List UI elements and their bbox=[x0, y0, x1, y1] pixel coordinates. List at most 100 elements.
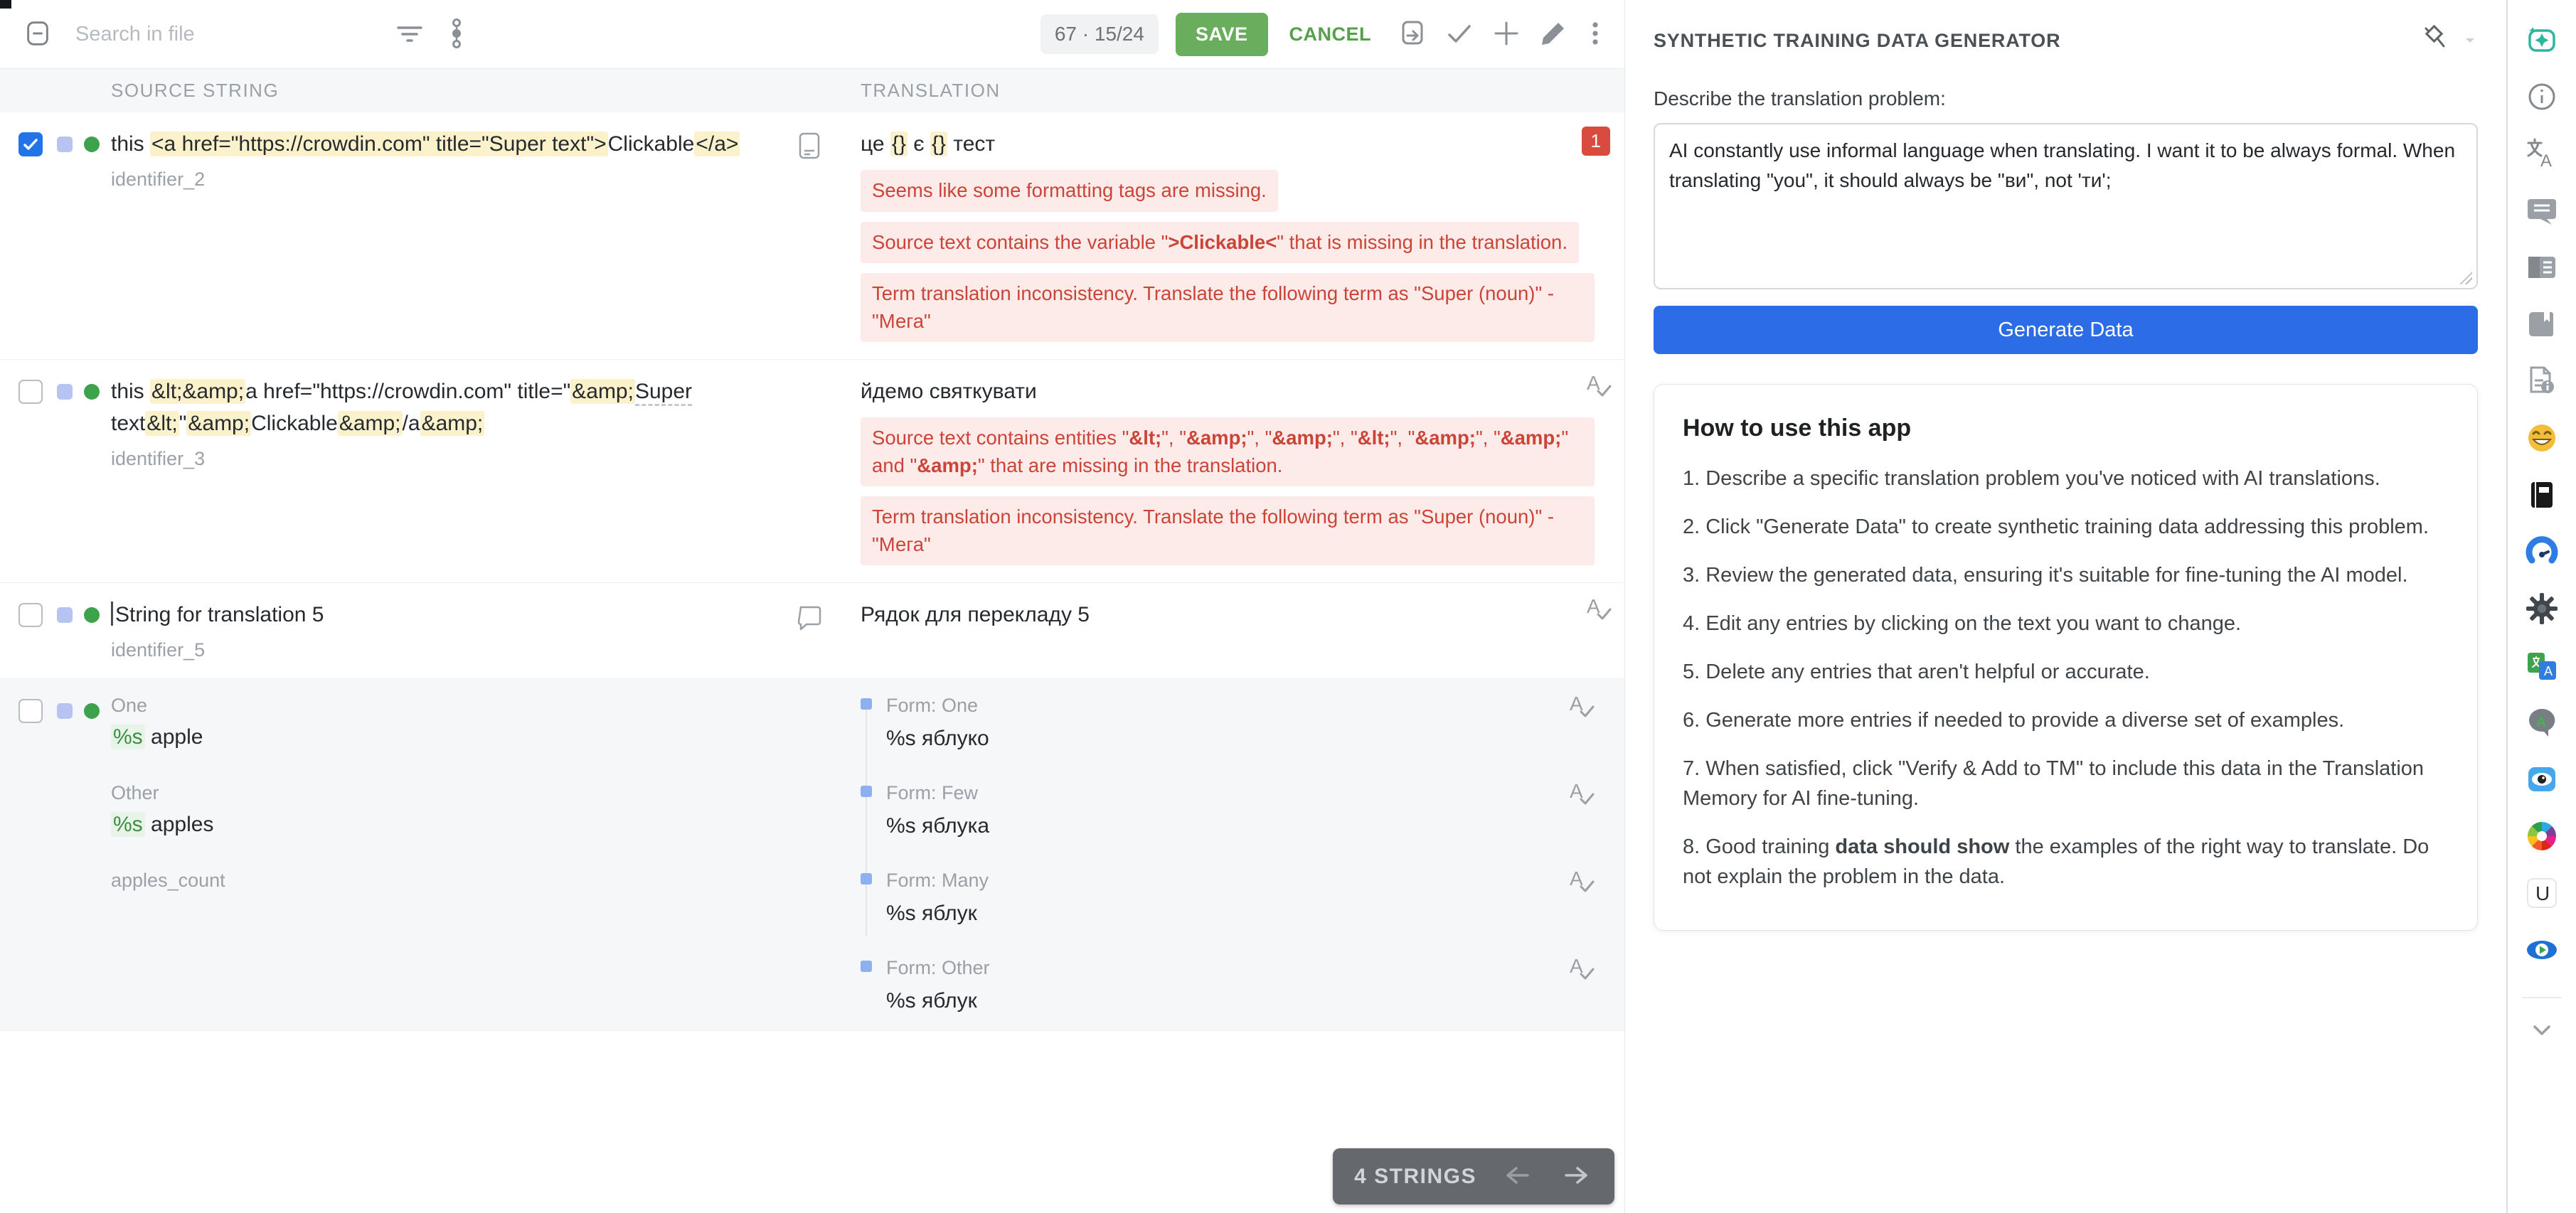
preview-app-icon bbox=[2525, 762, 2559, 800]
plural-form-name: Form: Other bbox=[886, 957, 1607, 979]
form-bullet-icon bbox=[861, 698, 872, 710]
form-bullet-icon bbox=[861, 961, 872, 972]
plural-form-source: %s apple bbox=[111, 725, 795, 749]
string-row[interactable]: One%s appleOther%s applesapples_countFor… bbox=[0, 679, 1624, 1031]
plural-translation-text: %s яблука bbox=[886, 814, 1607, 838]
previous-page-button[interactable] bbox=[1501, 1160, 1535, 1193]
cancel-button[interactable]: CANCEL bbox=[1275, 23, 1386, 46]
notes-icon[interactable] bbox=[795, 153, 824, 165]
info-icon bbox=[2526, 80, 2558, 117]
plural-translation-block[interactable]: Form: Many%s яблукA bbox=[861, 870, 1607, 926]
apps-rail: AAAU bbox=[2508, 0, 2576, 1213]
rail-item-u-app[interactable]: U bbox=[2508, 866, 2576, 923]
spellcheck-icon: A bbox=[1569, 692, 1595, 725]
machine-translation-icon: A bbox=[2525, 137, 2559, 174]
rail-item-file-context[interactable] bbox=[2508, 354, 2576, 411]
string-row[interactable]: this &lt;&amp;a href="https://crowdin.co… bbox=[0, 360, 1624, 583]
translation-cell[interactable]: Form: One%s яблукоA Form: Few%s яблукаA Fo… bbox=[861, 695, 1607, 1013]
comments-count-badge[interactable]: 1 bbox=[1582, 127, 1610, 156]
rail-item-tm-suggestions[interactable] bbox=[2508, 240, 2576, 297]
search-input[interactable] bbox=[74, 22, 383, 47]
panel-menu-button[interactable] bbox=[2455, 25, 2485, 57]
qa-warning: Seems like some formatting tags are miss… bbox=[861, 170, 1278, 212]
plural-form-name: Form: Many bbox=[886, 870, 1607, 892]
filter-button[interactable] bbox=[390, 14, 430, 55]
howto-title: How to use this app bbox=[1683, 415, 2449, 442]
collapse-sidebar-button[interactable] bbox=[18, 14, 57, 55]
rail-item-ai-app[interactable] bbox=[2508, 13, 2576, 70]
string-row[interactable]: String for translation 5identifier_5 Рядо… bbox=[0, 583, 1624, 679]
rail-item-gear[interactable] bbox=[2508, 582, 2576, 638]
spellcheck-icon: A bbox=[1569, 954, 1595, 988]
plural-translation-text: %s яблук bbox=[886, 989, 1607, 1013]
strings-count-label: 4 STRINGS bbox=[1354, 1165, 1476, 1189]
source-cell[interactable]: this <a href="https://crowdin.com" title… bbox=[111, 128, 795, 342]
source-column-header: SOURCE STRING bbox=[111, 80, 795, 102]
edit-string-button[interactable] bbox=[1533, 14, 1573, 55]
arrow-right-icon bbox=[1560, 1161, 1592, 1192]
rail-item-chat-assistant[interactable]: A bbox=[2508, 695, 2576, 752]
rail-item-video-preview[interactable] bbox=[2508, 923, 2576, 980]
plural-translation-block[interactable]: Form: Few%s яблукаA bbox=[861, 782, 1607, 838]
gauge-icon bbox=[2525, 535, 2559, 572]
plural-form-name: Form: One bbox=[886, 695, 1607, 717]
source-cell[interactable]: this &lt;&amp;a href="https://crowdin.co… bbox=[111, 375, 795, 565]
row-checkbox[interactable] bbox=[18, 132, 43, 156]
translation-cell[interactable]: йдемо святкуватиSource text contains ent… bbox=[861, 375, 1607, 565]
plural-translation-block[interactable]: Form: One%s яблукоA bbox=[861, 695, 1607, 751]
rail-item-notebook[interactable] bbox=[2508, 468, 2576, 525]
rail-item-glossary[interactable] bbox=[2508, 297, 2576, 354]
string-flow-button[interactable] bbox=[437, 14, 477, 55]
copy-source-button[interactable] bbox=[1393, 14, 1432, 55]
row-icon-cell bbox=[795, 698, 861, 1013]
translate-app-icon: A bbox=[2525, 648, 2559, 686]
rail-item-color-wheel[interactable] bbox=[2508, 809, 2576, 866]
row-checkbox[interactable] bbox=[18, 603, 43, 627]
app-panel-header: SYNTHETIC TRAINING DATA GENERATOR bbox=[1625, 0, 2506, 73]
next-page-button[interactable] bbox=[1559, 1160, 1593, 1193]
rail-item-translate-app[interactable]: A bbox=[2508, 638, 2576, 695]
rail-item-comments[interactable] bbox=[2508, 183, 2576, 240]
string-row[interactable]: this <a href="https://crowdin.com" title… bbox=[0, 112, 1624, 360]
rail-item-preview-app[interactable] bbox=[2508, 752, 2576, 809]
plus-icon bbox=[1491, 18, 1522, 51]
more-options-button[interactable] bbox=[1580, 14, 1610, 55]
spellcheck-icon: A bbox=[1569, 779, 1595, 813]
approve-button[interactable] bbox=[1439, 14, 1479, 55]
add-string-button[interactable] bbox=[1486, 14, 1526, 55]
row-checkbox[interactable] bbox=[18, 699, 43, 723]
rail-item-chevron-down[interactable] bbox=[2508, 1003, 2576, 1059]
spellcheck-icon: A bbox=[1569, 867, 1595, 900]
rail-item-gauge[interactable] bbox=[2508, 525, 2576, 582]
comment-icon[interactable] bbox=[795, 624, 824, 636]
gear-icon bbox=[2525, 592, 2559, 629]
chat-assistant-icon: A bbox=[2525, 705, 2559, 743]
editor-toolbar: 67 · 15/24 SAVE CANCEL bbox=[0, 0, 1624, 69]
plural-translation-block[interactable]: Form: Other %s яблукA bbox=[861, 957, 1607, 1013]
resize-grip-icon[interactable] bbox=[2459, 272, 2472, 284]
app-panel-body: Describe the translation problem: AI con… bbox=[1625, 73, 2506, 931]
source-string-text: this &lt;&amp;a href="https://crowdin.co… bbox=[111, 375, 795, 439]
status-square-icon bbox=[57, 607, 73, 623]
generate-data-button[interactable]: Generate Data bbox=[1654, 306, 2478, 354]
rail-item-info[interactable] bbox=[2508, 70, 2576, 127]
qa-warning: Term translation inconsistency. Translat… bbox=[861, 496, 1595, 565]
status-cell bbox=[84, 695, 111, 1013]
row-checkbox[interactable] bbox=[18, 380, 43, 404]
translation-cell[interactable]: це {} є {} тестSeems like some formattin… bbox=[861, 128, 1607, 342]
row-icon-cell[interactable] bbox=[795, 131, 861, 342]
howto-item: 2. Click "Generate Data" to create synth… bbox=[1683, 512, 2449, 542]
status-square-icon bbox=[57, 137, 73, 152]
pin-panel-button[interactable] bbox=[2415, 20, 2455, 62]
source-cell[interactable]: String for translation 5identifier_5 bbox=[111, 599, 795, 661]
string-identifier: identifier_5 bbox=[111, 639, 795, 661]
rail-item-machine-translation[interactable]: A bbox=[2508, 127, 2576, 183]
status-cell bbox=[57, 375, 84, 565]
save-button[interactable]: SAVE bbox=[1176, 13, 1268, 56]
row-icon-cell[interactable] bbox=[795, 602, 861, 661]
chevron-down-icon bbox=[2526, 1013, 2558, 1049]
rail-item-emoji[interactable] bbox=[2508, 411, 2576, 468]
source-cell[interactable]: One%s appleOther%s applesapples_count bbox=[111, 695, 795, 1013]
translation-cell[interactable]: Рядок для перекладу 5 bbox=[861, 599, 1607, 661]
problem-textarea[interactable]: AI constantly use informal language when… bbox=[1654, 123, 2478, 289]
